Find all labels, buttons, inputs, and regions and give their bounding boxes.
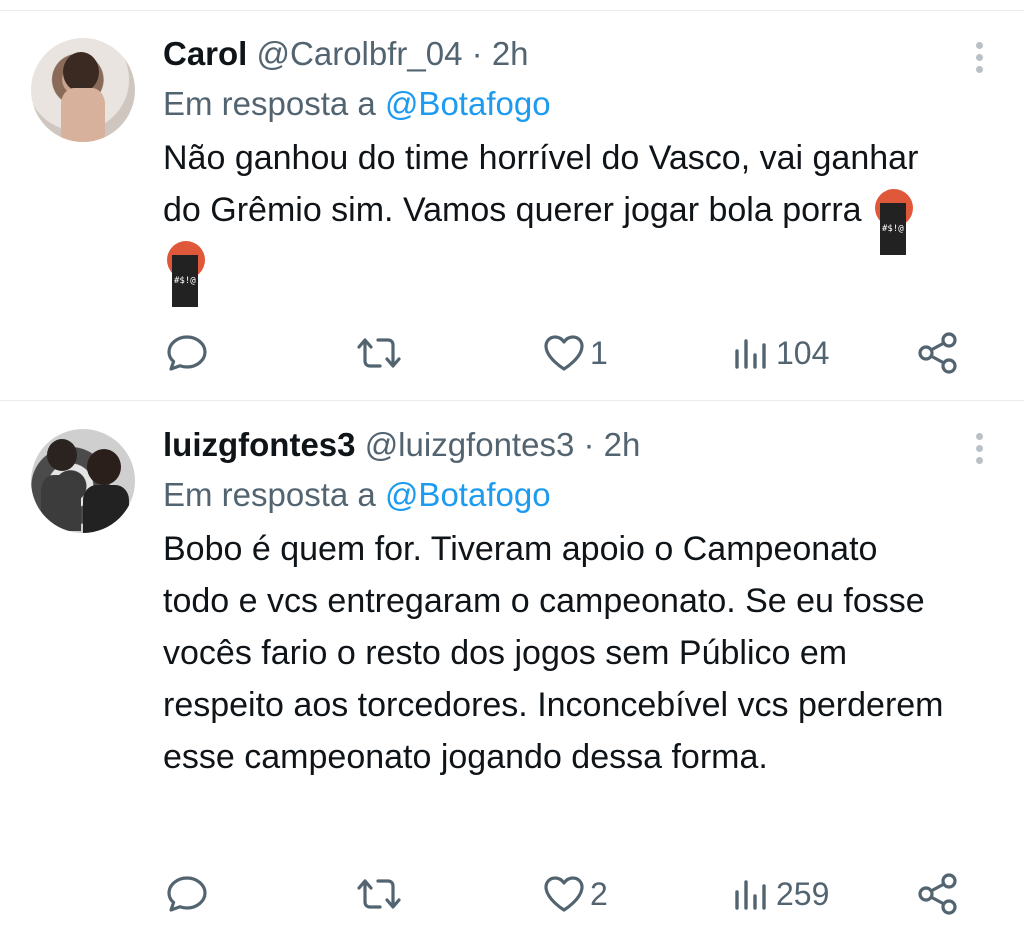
separator-dot: · (471, 35, 483, 72)
views-icon (735, 880, 766, 910)
views-button[interactable]: 104 (732, 328, 829, 378)
user-handle[interactable]: @Carolbfr_04 (257, 35, 463, 72)
reply-context: Em resposta a @Botafogo (163, 475, 963, 515)
reply-mention-link[interactable]: @Botafogo (385, 85, 551, 122)
view-count: 104 (776, 334, 830, 371)
avatar[interactable] (31, 429, 135, 533)
views-button[interactable]: 259 (732, 869, 829, 919)
display-name[interactable]: Carol (163, 35, 247, 72)
like-count: 1 (590, 334, 608, 371)
tweet-text: Bobo é quem for. Tiveram apoio o Campeon… (163, 530, 944, 776)
more-icon[interactable] (974, 42, 984, 78)
retweet-button[interactable] (356, 869, 402, 919)
reply-context: Em resposta a @Botafogo (163, 84, 963, 124)
display-name[interactable]: luizgfontes3 (163, 426, 356, 463)
tweet-text-content: Não ganhou do time horrível do Vasco, va… (163, 139, 919, 229)
reply-icon (167, 876, 207, 912)
like-count: 2 (590, 875, 608, 912)
retweet-icon (357, 879, 401, 909)
share-icon (918, 332, 957, 374)
reply-prefix: Em resposta a (163, 85, 376, 122)
views-icon (735, 339, 766, 369)
timestamp[interactable]: 2h (492, 35, 529, 72)
reply-button[interactable] (165, 328, 209, 378)
reply-button[interactable] (165, 869, 209, 919)
like-button[interactable]: 2 (542, 869, 608, 919)
tweet[interactable]: luizgfontes3 @luizgfontes3 · 2h Em respo… (0, 403, 1024, 934)
tweet-content: Carol @Carolbfr_04 · 2h Em resposta a @B… (163, 34, 963, 307)
tweet-actions: 1 104 (0, 328, 1024, 378)
tweet-feed: Carol @Carolbfr_04 · 2h Em resposta a @B… (0, 0, 1024, 934)
face-with-symbols-emoji-icon (875, 189, 914, 255)
heart-icon (544, 335, 584, 371)
retweet-button[interactable] (356, 328, 402, 378)
tweet[interactable]: Carol @Carolbfr_04 · 2h Em resposta a @B… (0, 12, 1024, 401)
reply-prefix: Em resposta a (163, 476, 376, 513)
avatar[interactable] (31, 38, 135, 142)
share-button[interactable] (916, 869, 960, 919)
reply-mention-link[interactable]: @Botafogo (385, 476, 551, 513)
share-icon (918, 873, 957, 915)
user-handle[interactable]: @luizgfontes3 (365, 426, 575, 463)
retweet-icon (357, 338, 401, 368)
tweet-content: luizgfontes3 @luizgfontes3 · 2h Em respo… (163, 425, 963, 783)
top-divider (0, 0, 1024, 11)
tweet-text: Não ganhou do time horrível do Vasco, va… (163, 132, 953, 307)
tweet-header: luizgfontes3 @luizgfontes3 · 2h (163, 425, 963, 465)
timestamp[interactable]: 2h (604, 426, 641, 463)
tweet-header: Carol @Carolbfr_04 · 2h (163, 34, 963, 74)
tweet-actions: 2 259 (0, 869, 1024, 919)
reply-icon (167, 335, 207, 371)
more-icon[interactable] (974, 433, 984, 469)
heart-icon (544, 876, 584, 912)
view-count: 259 (776, 875, 830, 912)
like-button[interactable]: 1 (542, 328, 608, 378)
share-button[interactable] (916, 328, 960, 378)
face-with-symbols-emoji-icon (167, 241, 205, 307)
separator-dot: · (583, 426, 595, 463)
